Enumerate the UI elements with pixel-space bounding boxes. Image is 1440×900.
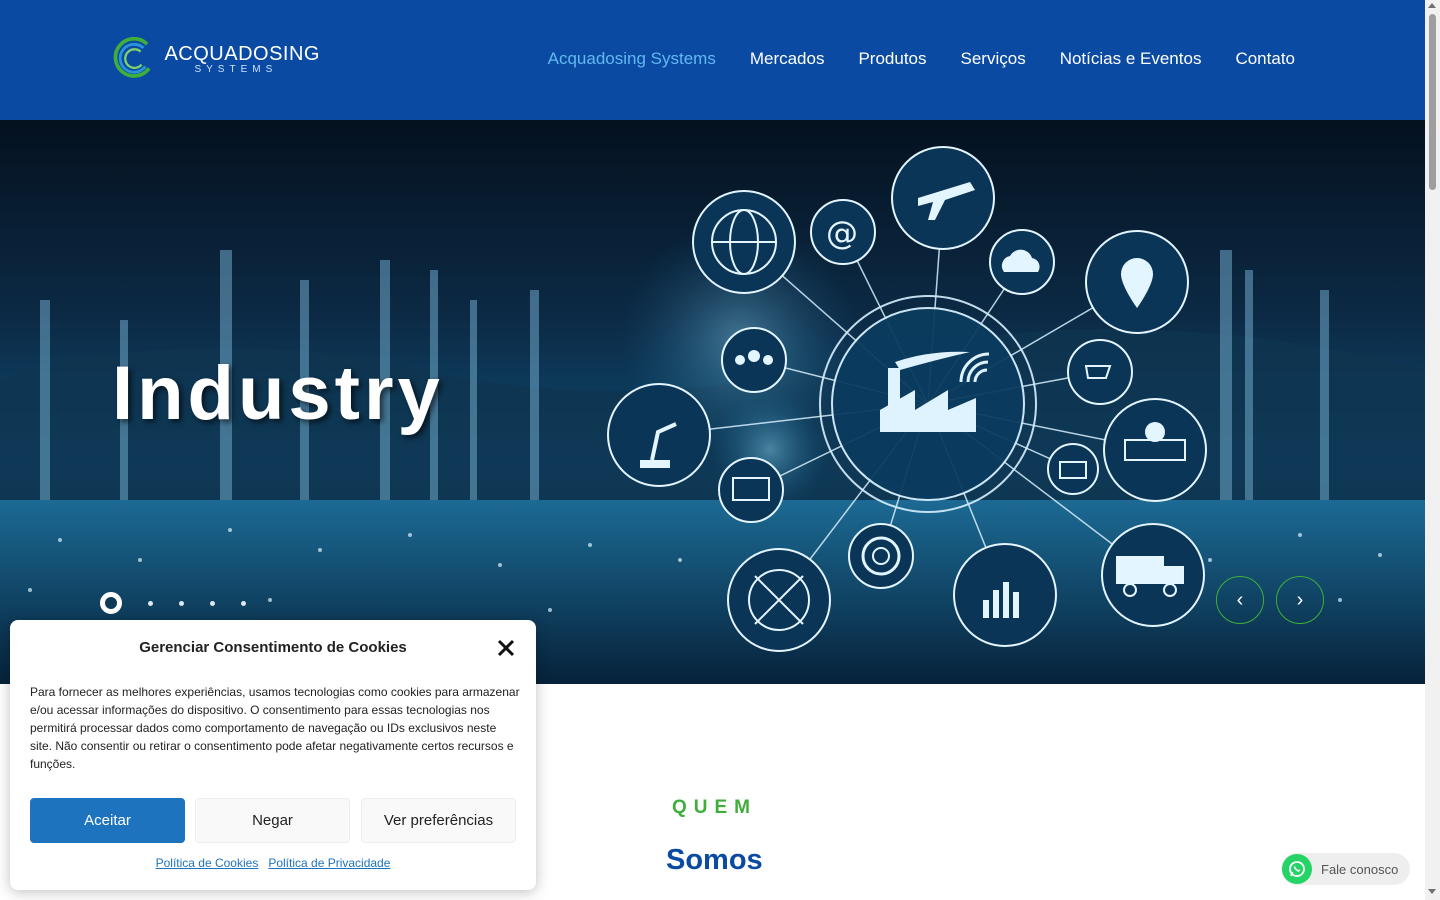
section-title: Somos: [666, 844, 763, 876]
deny-button[interactable]: Negar: [195, 798, 350, 843]
whatsapp-label: Fale conosco: [1321, 861, 1399, 877]
page: ACQUADOSING SYSTEMS Acquadosing Systems …: [0, 0, 1440, 900]
cookie-links: Política de Cookies Política de Privacid…: [10, 856, 536, 870]
cookie-dialog-title: Gerenciar Consentimento de Cookies: [139, 639, 407, 656]
slider-dot-1[interactable]: [100, 592, 122, 614]
slider-dot-5[interactable]: [241, 600, 246, 606]
whatsapp-chat-button[interactable]: Fale conosco: [1281, 853, 1410, 885]
nav-item-produtos[interactable]: Produtos: [858, 49, 926, 69]
slider-dot-3[interactable]: [179, 600, 184, 606]
scroll-down-arrow-icon[interactable]: [1428, 889, 1436, 894]
slider-pagination: [100, 592, 246, 614]
section-label: QUEM: [672, 797, 757, 818]
svg-text:@: @: [826, 214, 858, 252]
whatsapp-icon: [1282, 854, 1312, 884]
cookie-policy-link[interactable]: Política de Cookies: [156, 856, 259, 870]
accept-button[interactable]: Aceitar: [30, 798, 185, 843]
logo-text: ACQUADOSING SYSTEMS: [164, 44, 320, 76]
close-icon[interactable]: [496, 638, 516, 658]
chevron-right-icon: ›: [1296, 588, 1304, 611]
logo-title: ACQUADOSING: [164, 43, 320, 65]
logo-subtitle: SYSTEMS: [194, 64, 278, 75]
nav-item-acquadosing-systems[interactable]: Acquadosing Systems: [548, 49, 716, 69]
cookie-consent-dialog: Gerenciar Consentimento de Cookies Para …: [10, 620, 536, 890]
logo-swirl-icon: [113, 36, 151, 78]
site-logo[interactable]: ACQUADOSING SYSTEMS: [110, 34, 320, 86]
slider-prev-button[interactable]: ‹: [1216, 576, 1264, 624]
page-scrollbar[interactable]: [1425, 0, 1440, 900]
slider-dot-2[interactable]: [148, 600, 153, 606]
slider-next-button[interactable]: ›: [1276, 576, 1324, 624]
nav-item-contato[interactable]: Contato: [1235, 49, 1295, 69]
nav-item-noticias-eventos[interactable]: Notícias e Eventos: [1060, 49, 1202, 69]
scroll-up-arrow-icon[interactable]: [1428, 3, 1436, 8]
privacy-policy-link[interactable]: Política de Privacidade: [268, 856, 390, 870]
chevron-left-icon: ‹: [1236, 588, 1244, 611]
main-nav: Acquadosing Systems Mercados Produtos Se…: [548, 49, 1295, 69]
scrollbar-thumb[interactable]: [1429, 14, 1436, 190]
site-header: ACQUADOSING SYSTEMS Acquadosing Systems …: [0, 0, 1425, 120]
slider-dot-4[interactable]: [210, 600, 215, 606]
cookie-dialog-message: Para fornecer as melhores experiências, …: [30, 685, 520, 771]
nav-item-servicos[interactable]: Serviços: [961, 49, 1026, 69]
view-preferences-button[interactable]: Ver preferências: [361, 798, 516, 843]
hero-slider: @ Industry ‹ ›: [0, 120, 1425, 684]
hero-title: Industry: [112, 351, 444, 436]
nav-item-mercados[interactable]: Mercados: [750, 49, 825, 69]
